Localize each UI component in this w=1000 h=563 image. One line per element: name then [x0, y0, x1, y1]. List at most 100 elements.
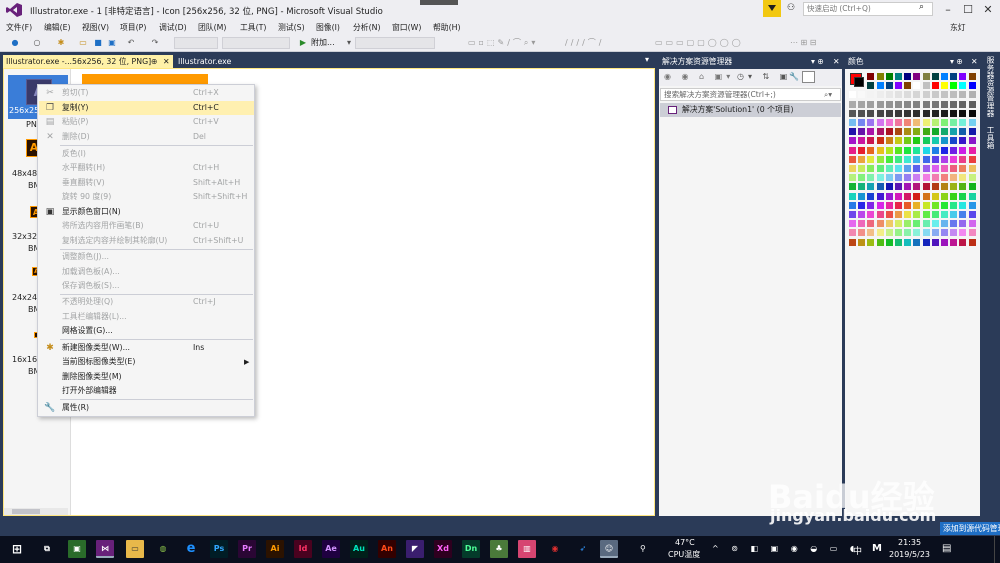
color-swatch[interactable]	[959, 119, 967, 126]
color-swatch[interactable]	[931, 192, 939, 200]
color-swatch[interactable]	[950, 183, 958, 191]
app-icon[interactable]: ◤	[406, 540, 424, 558]
maximize-button[interactable]: ☐	[958, 2, 978, 18]
color-swatch[interactable]	[959, 73, 967, 80]
color-swatch[interactable]	[876, 220, 884, 228]
color-swatch[interactable]	[858, 238, 866, 246]
color-swatch[interactable]	[849, 165, 856, 172]
color-swatch[interactable]	[922, 229, 930, 237]
input-mode-icon[interactable]: M	[872, 543, 882, 554]
color-swatch[interactable]	[867, 174, 875, 182]
color-swatch[interactable]	[849, 211, 856, 218]
color-swatch[interactable]	[867, 91, 875, 99]
color-swatch[interactable]	[849, 91, 856, 99]
color-swatch[interactable]	[941, 128, 948, 136]
color-swatch[interactable]	[941, 201, 948, 209]
color-swatch[interactable]	[931, 128, 939, 136]
color-swatch[interactable]	[950, 174, 958, 182]
color-swatch[interactable]	[904, 183, 912, 191]
menu-item-properties[interactable]: 🔧 属性(R)	[39, 401, 254, 415]
side-tab-server-explorer[interactable]: 服务器资源管理器	[984, 56, 996, 117]
color-swatch[interactable]	[876, 201, 884, 209]
color-swatch[interactable]	[959, 183, 967, 191]
color-swatch[interactable]	[922, 128, 930, 136]
color-swatch[interactable]	[968, 183, 976, 191]
solution-root-node[interactable]: 解决方案'Solution1' (0 个项目)	[660, 103, 841, 117]
color-swatch[interactable]	[950, 211, 958, 218]
color-swatch[interactable]	[922, 119, 930, 126]
menu-image[interactable]: 图像(I)	[316, 22, 340, 33]
color-swatch[interactable]	[922, 82, 930, 90]
color-swatch[interactable]	[931, 82, 939, 90]
color-swatch[interactable]	[913, 165, 921, 172]
color-swatch[interactable]	[922, 165, 930, 172]
grid-tools[interactable]: ⋯ ⊞ ⊟	[790, 37, 840, 49]
media-icon[interactable]: ▥	[518, 540, 536, 558]
color-swatch[interactable]	[959, 109, 967, 117]
color-swatch[interactable]	[904, 119, 912, 126]
color-swatch[interactable]	[959, 155, 967, 163]
color-swatch[interactable]	[913, 137, 921, 145]
config-dropdown[interactable]	[174, 37, 218, 49]
bird-icon[interactable]: ➶	[574, 540, 592, 558]
menu-view[interactable]: 视图(V)	[82, 22, 109, 33]
color-swatch[interactable]	[858, 192, 866, 200]
color-swatch[interactable]	[876, 100, 884, 108]
avatar-app-icon[interactable]: ☺	[600, 540, 618, 558]
color-swatch[interactable]	[867, 119, 875, 126]
color-swatch[interactable]	[904, 192, 912, 200]
color-swatch[interactable]	[913, 238, 921, 246]
color-swatch[interactable]	[895, 155, 902, 163]
color-swatch[interactable]	[968, 100, 976, 108]
color-swatch[interactable]	[895, 238, 902, 246]
color-swatch[interactable]	[922, 146, 930, 154]
color-swatch[interactable]	[867, 82, 875, 90]
menu-item-delete[interactable]: ✕ 删除(D) Del	[39, 130, 254, 144]
people-icon[interactable]: ⚲	[640, 544, 646, 553]
color-swatch[interactable]	[913, 229, 921, 237]
color-swatch[interactable]	[913, 174, 921, 182]
color-swatch[interactable]	[941, 82, 948, 90]
color-swatch[interactable]	[849, 100, 856, 108]
user-name[interactable]: 东灯	[950, 22, 966, 33]
color-swatch[interactable]	[922, 220, 930, 228]
color-swatch[interactable]	[913, 91, 921, 99]
color-swatch[interactable]	[867, 100, 875, 108]
color-swatch[interactable]	[959, 146, 967, 154]
color-swatch[interactable]	[858, 119, 866, 126]
color-swatch[interactable]	[904, 128, 912, 136]
menu-item-new-image-type[interactable]: ✱ 新建图像类型(W)... Ins	[39, 341, 254, 355]
color-swatch[interactable]	[849, 109, 856, 117]
color-swatch[interactable]	[931, 220, 939, 228]
properties-icon[interactable]: 🔧	[789, 72, 799, 81]
color-swatch[interactable]	[867, 229, 875, 237]
save-all-icon[interactable]: ▣	[105, 37, 119, 49]
color-swatch[interactable]	[876, 165, 884, 172]
feedback-icon[interactable]: ⚇	[787, 3, 795, 13]
color-swatch[interactable]	[968, 146, 976, 154]
color-swatch[interactable]	[895, 82, 902, 90]
color-swatch[interactable]	[858, 146, 866, 154]
menu-item-copy-outline[interactable]: 复制选定内容并绘制其轮廓(U) Ctrl+Shift+U	[39, 234, 254, 248]
game-icon[interactable]: ♣	[490, 540, 508, 558]
color-swatch[interactable]	[858, 165, 866, 172]
color-swatch[interactable]	[858, 128, 866, 136]
pin-icon[interactable]: ▾ ⊕	[950, 55, 963, 69]
solution-search-input[interactable]: 搜索解决方案资源管理器(Ctrl+;) ⌕▾	[660, 88, 841, 101]
tab-icon-editor[interactable]: Illustrator.exe -...56x256, 32 位, PNG] ⊕…	[3, 55, 173, 68]
target-dropdown[interactable]	[355, 37, 435, 49]
color-swatch[interactable]	[885, 165, 893, 172]
menu-item-flip-vertical[interactable]: 垂直翻转(V) Shift+Alt+H	[39, 176, 254, 190]
color-swatch[interactable]	[904, 165, 912, 172]
close-button[interactable]: ✕	[978, 2, 998, 18]
color-swatch[interactable]	[885, 82, 893, 90]
color-swatch[interactable]	[858, 183, 866, 191]
color-swatch[interactable]	[968, 238, 976, 246]
color-swatch[interactable]	[904, 91, 912, 99]
color-swatch[interactable]	[950, 137, 958, 145]
close-panel-icon[interactable]: ✕	[833, 55, 840, 69]
color-swatch[interactable]	[895, 211, 902, 218]
undo-icon[interactable]: ↶	[124, 37, 138, 49]
background-color-swatch[interactable]	[854, 77, 864, 87]
menu-analyze[interactable]: 分析(N)	[353, 22, 381, 33]
